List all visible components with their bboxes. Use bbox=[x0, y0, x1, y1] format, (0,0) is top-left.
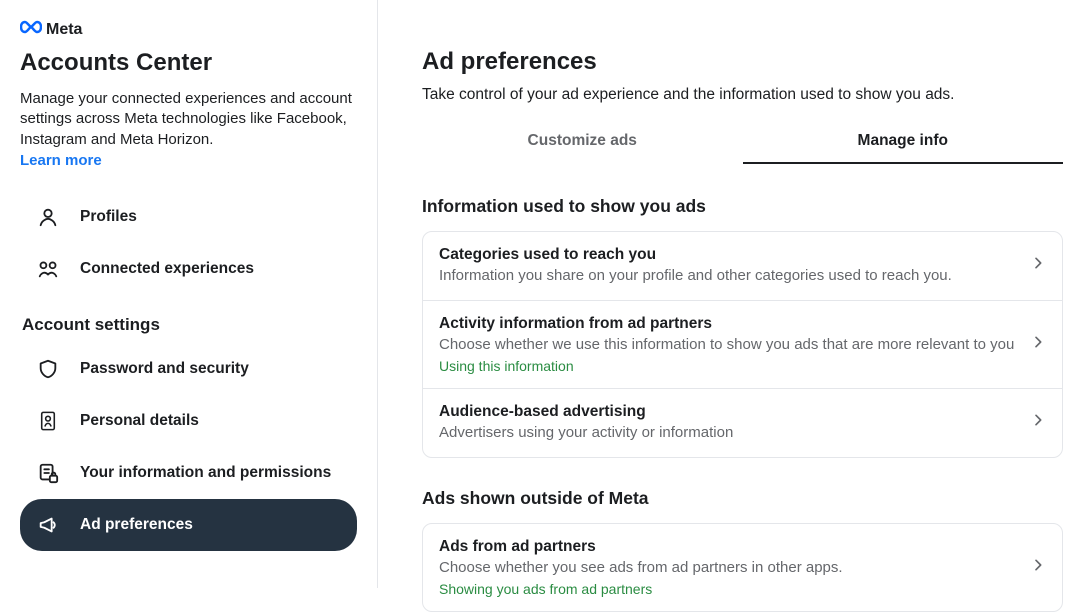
shield-icon bbox=[36, 357, 60, 381]
row-activity-info-partners[interactable]: Activity information from ad partners Ch… bbox=[423, 300, 1062, 389]
sidebar-item-label: Profiles bbox=[80, 208, 137, 226]
card-list-ads-outside: Ads from ad partners Choose whether you … bbox=[422, 523, 1063, 612]
row-categories-used[interactable]: Categories used to reach you Information… bbox=[423, 232, 1062, 300]
doc-lock-icon bbox=[36, 461, 60, 485]
sidebar-item-profiles[interactable]: Profiles bbox=[20, 191, 357, 243]
sidebar: Meta Accounts Center Manage your connect… bbox=[0, 0, 378, 588]
tab-customize-ads[interactable]: Customize ads bbox=[422, 122, 743, 164]
page-title: Ad preferences bbox=[422, 48, 1063, 76]
row-status: Using this information bbox=[439, 358, 1018, 374]
sidebar-item-personal-details[interactable]: Personal details bbox=[20, 395, 357, 447]
chevron-right-icon bbox=[1030, 557, 1046, 578]
row-desc: Choose whether we use this information t… bbox=[439, 335, 1018, 355]
group-label-info-used: Information used to show you ads bbox=[422, 196, 1063, 217]
sidebar-item-ad-preferences[interactable]: Ad preferences bbox=[20, 499, 357, 551]
row-audience-advertising[interactable]: Audience-based advertising Advertisers u… bbox=[423, 388, 1062, 457]
tabs: Customize ads Manage info bbox=[422, 122, 1063, 164]
brand-logo: Meta bbox=[20, 20, 357, 39]
sidebar-title: Accounts Center bbox=[20, 49, 357, 77]
row-title: Ads from ad partners bbox=[439, 538, 1018, 556]
sidebar-item-connected-experiences[interactable]: Connected experiences bbox=[20, 243, 357, 295]
meta-infinity-icon bbox=[20, 20, 42, 39]
row-desc: Advertisers using your activity or infor… bbox=[439, 423, 1018, 443]
learn-more-link[interactable]: Learn more bbox=[20, 152, 102, 169]
sidebar-description: Manage your connected experiences and ac… bbox=[20, 89, 357, 150]
megaphone-icon bbox=[36, 513, 60, 537]
row-status: Showing you ads from ad partners bbox=[439, 581, 1018, 597]
main-content: Ad preferences Take control of your ad e… bbox=[378, 0, 1073, 588]
sidebar-item-label: Your information and permissions bbox=[80, 464, 331, 482]
row-title: Activity information from ad partners bbox=[439, 315, 1018, 333]
row-desc: Information you share on your profile an… bbox=[439, 266, 1018, 286]
row-ads-from-partners[interactable]: Ads from ad partners Choose whether you … bbox=[423, 524, 1062, 612]
account-settings-label: Account settings bbox=[22, 315, 357, 335]
row-title: Categories used to reach you bbox=[439, 246, 1018, 264]
sidebar-item-label: Password and security bbox=[80, 360, 249, 378]
sidebar-item-label: Ad preferences bbox=[80, 516, 193, 534]
sidebar-item-label: Connected experiences bbox=[80, 260, 254, 278]
id-card-icon bbox=[36, 409, 60, 433]
sidebar-item-label: Personal details bbox=[80, 412, 199, 430]
row-desc: Choose whether you see ads from ad partn… bbox=[439, 558, 1018, 578]
brand-name: Meta bbox=[46, 21, 82, 39]
row-title: Audience-based advertising bbox=[439, 403, 1018, 421]
sidebar-item-info-permissions[interactable]: Your information and permissions bbox=[20, 447, 357, 499]
group-label-ads-outside: Ads shown outside of Meta bbox=[422, 488, 1063, 509]
page-subtitle: Take control of your ad experience and t… bbox=[422, 86, 1063, 104]
card-list-info-used: Categories used to reach you Information… bbox=[422, 231, 1063, 458]
chevron-right-icon bbox=[1030, 334, 1046, 355]
chevron-right-icon bbox=[1030, 255, 1046, 276]
chevron-right-icon bbox=[1030, 412, 1046, 433]
tab-manage-info[interactable]: Manage info bbox=[743, 122, 1064, 164]
connected-icon bbox=[36, 257, 60, 281]
sidebar-item-password-security[interactable]: Password and security bbox=[20, 343, 357, 395]
profile-icon bbox=[36, 205, 60, 229]
